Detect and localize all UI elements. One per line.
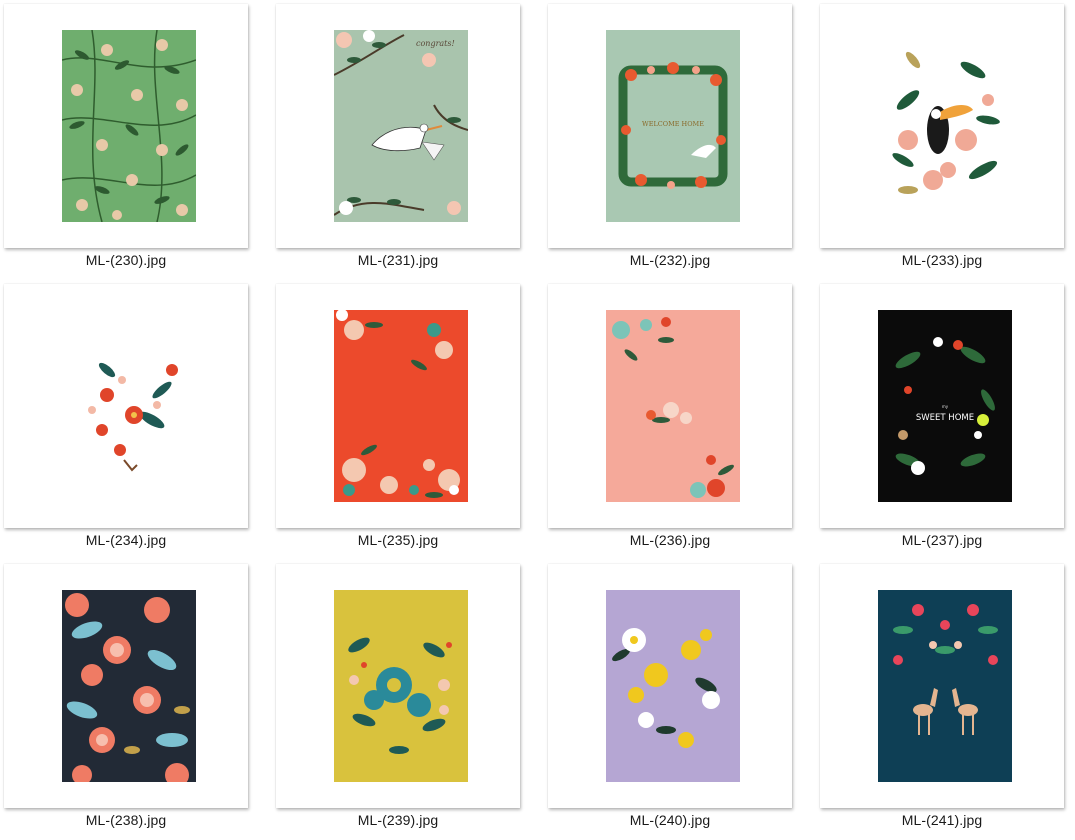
- thumbnail-card[interactable]: WELCOME HOME: [548, 4, 792, 248]
- thumbnail-image[interactable]: [334, 590, 468, 782]
- thumbnail-card[interactable]: [820, 4, 1064, 248]
- file-name[interactable]: ML-(230).jpg: [0, 252, 252, 268]
- thumbnail-image[interactable]: WELCOME HOME: [606, 30, 740, 222]
- svg-text:my: my: [942, 404, 949, 409]
- thumbnail-card[interactable]: [820, 564, 1064, 808]
- file-name[interactable]: ML-(239).jpg: [272, 812, 524, 828]
- thumbnail-image[interactable]: [334, 310, 468, 502]
- thumbnail-card[interactable]: congrats!: [276, 4, 520, 248]
- thumbnail-card[interactable]: [548, 284, 792, 528]
- thumbnail-card[interactable]: [276, 564, 520, 808]
- thumbnail-card[interactable]: [276, 284, 520, 528]
- thumbnail-image[interactable]: my SWEET HOME: [878, 310, 1012, 502]
- svg-text:SWEET HOME: SWEET HOME: [916, 413, 974, 423]
- file-item[interactable]: ML-(230).jpg: [0, 0, 272, 280]
- thumbnail-image[interactable]: [62, 310, 196, 502]
- thumbnail-image[interactable]: congrats!: [334, 30, 468, 222]
- thumbnail-card[interactable]: [4, 564, 248, 808]
- file-item[interactable]: ML-(241).jpg: [816, 560, 1075, 840]
- file-item[interactable]: ML-(235).jpg: [272, 280, 544, 560]
- file-name[interactable]: ML-(235).jpg: [272, 532, 524, 548]
- file-name[interactable]: ML-(240).jpg: [544, 812, 796, 828]
- file-grid: ML-(230).jpg congrats! ML-(231).jpg WELC…: [0, 0, 1075, 840]
- thumbnail-image[interactable]: [62, 590, 196, 782]
- file-name[interactable]: ML-(237).jpg: [816, 532, 1068, 548]
- file-name[interactable]: ML-(233).jpg: [816, 252, 1068, 268]
- file-name[interactable]: ML-(232).jpg: [544, 252, 796, 268]
- thumbnail-image[interactable]: [606, 590, 740, 782]
- thumbnail-image[interactable]: [62, 30, 196, 222]
- file-name[interactable]: ML-(234).jpg: [0, 532, 252, 548]
- thumbnail-card[interactable]: [4, 284, 248, 528]
- thumbnail-card[interactable]: [548, 564, 792, 808]
- svg-text:congrats!: congrats!: [416, 39, 455, 48]
- thumbnail-card[interactable]: [4, 4, 248, 248]
- file-item[interactable]: congrats! ML-(231).jpg: [272, 0, 544, 280]
- file-name[interactable]: ML-(241).jpg: [816, 812, 1068, 828]
- file-item[interactable]: ML-(233).jpg: [816, 0, 1075, 280]
- thumbnail-card[interactable]: my SWEET HOME: [820, 284, 1064, 528]
- file-item[interactable]: ML-(236).jpg: [544, 280, 816, 560]
- file-item[interactable]: WELCOME HOME ML-(232).jpg: [544, 0, 816, 280]
- file-item[interactable]: ML-(234).jpg: [0, 280, 272, 560]
- file-name[interactable]: ML-(236).jpg: [544, 532, 796, 548]
- file-item[interactable]: ML-(240).jpg: [544, 560, 816, 840]
- thumbnail-image[interactable]: [878, 30, 1012, 222]
- svg-text:WELCOME HOME: WELCOME HOME: [642, 120, 704, 128]
- file-name[interactable]: ML-(238).jpg: [0, 812, 252, 828]
- thumbnail-image[interactable]: [606, 310, 740, 502]
- file-item[interactable]: my SWEET HOME ML-(237).jpg: [816, 280, 1075, 560]
- thumbnail-image[interactable]: [878, 590, 1012, 782]
- file-item[interactable]: ML-(238).jpg: [0, 560, 272, 840]
- file-name[interactable]: ML-(231).jpg: [272, 252, 524, 268]
- file-item[interactable]: ML-(239).jpg: [272, 560, 544, 840]
